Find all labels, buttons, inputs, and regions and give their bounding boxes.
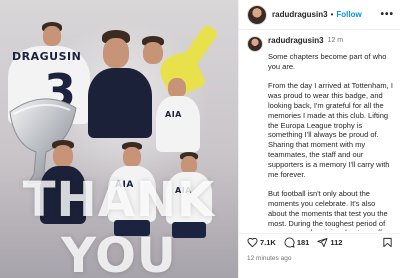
post-panel: radudragusin3 • Follow ••• radudragusin3… — [238, 0, 400, 278]
like-count: 7.1K — [260, 238, 276, 247]
share-count: 112 — [330, 238, 343, 247]
caption-username[interactable]: radudragusin3 — [268, 36, 324, 46]
header-username[interactable]: radudragusin3 — [272, 10, 328, 19]
caption-paragraph: From the day I arrived at Tottenham, I w… — [268, 81, 393, 179]
share-icon — [317, 237, 328, 248]
sponsor-logo-right: AIA — [165, 110, 182, 119]
posted-time: 12 minutes ago — [247, 255, 292, 262]
action-bar: 7.1K 181 112 — [239, 233, 399, 251]
caption-paragraph: But football isn't only about the moment… — [268, 189, 388, 231]
caption-header: radudragusin3 12 m — [239, 31, 399, 52]
comment-button[interactable]: 181 — [284, 237, 310, 248]
shirt-name: DRAGUSIN — [12, 50, 82, 63]
instagram-post: DRAGUSIN 3 AIA AIA AIA THANK YOU radudra… — [0, 0, 400, 278]
post-header: radudragusin3 • Follow ••• — [239, 0, 400, 30]
separator-dot: • — [330, 10, 334, 19]
caption-paragraph: Some chapters become part of who you are… — [268, 52, 387, 71]
post-image[interactable]: DRAGUSIN 3 AIA AIA AIA THANK YOU — [0, 0, 238, 278]
thank-you-overlay: THANK YOU — [22, 172, 216, 278]
follow-button[interactable]: Follow — [336, 10, 361, 19]
avatar[interactable] — [247, 4, 267, 25]
share-button[interactable]: 112 — [317, 237, 342, 248]
caption-time: 12 m — [327, 37, 344, 44]
comment-icon — [284, 237, 295, 248]
caption-text: Some chapters become part of who you are… — [239, 52, 399, 231]
caption-avatar[interactable] — [247, 36, 263, 52]
caption: radudragusin3 12 m Some chapters become … — [239, 31, 399, 231]
bookmark-icon — [383, 237, 392, 248]
like-button[interactable]: 7.1K — [247, 237, 276, 248]
comment-count: 181 — [296, 238, 310, 247]
save-button[interactable] — [382, 237, 393, 248]
more-options-button[interactable]: ••• — [380, 9, 394, 20]
heart-icon — [247, 237, 258, 248]
